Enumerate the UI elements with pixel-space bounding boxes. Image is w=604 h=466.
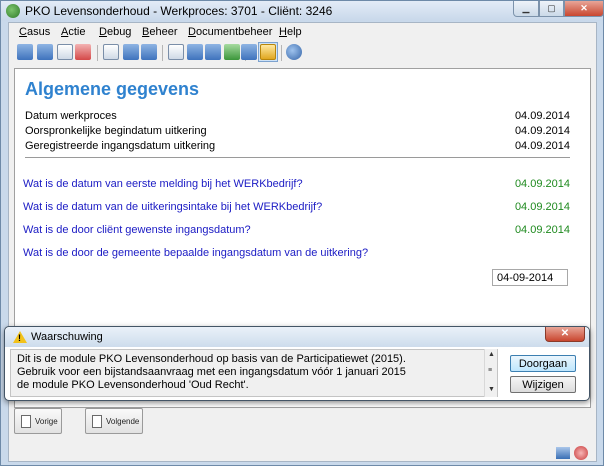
last-record-icon[interactable] bbox=[37, 44, 53, 60]
next-page-icon bbox=[92, 415, 102, 428]
menu-actie[interactable]: Actie bbox=[61, 26, 85, 38]
question-label: Wat is de datum van de uitkeringsintake … bbox=[23, 201, 323, 213]
page-title: Algemene gegevens bbox=[25, 79, 200, 99]
question-label: Wat is de door cliënt gewenste ingangsda… bbox=[23, 224, 251, 236]
info-row-begindatum: Oorspronkelijke begindatum uitkering 04.… bbox=[25, 125, 570, 140]
toolbar bbox=[13, 42, 593, 64]
question-uitkeringsintake: Wat is de datum van de uitkeringsintake … bbox=[23, 201, 570, 217]
toolbar-separator bbox=[162, 45, 163, 61]
title-bar: PKO Levensonderhoud - Werkproces: 3701 -… bbox=[1, 1, 604, 21]
status-edit-icon[interactable] bbox=[556, 447, 570, 459]
list-icon[interactable] bbox=[57, 44, 73, 60]
document-icon[interactable] bbox=[168, 44, 184, 60]
info-row-ingangsdatum: Geregistreerde ingangsdatum uitkering 04… bbox=[25, 140, 570, 155]
warning-dialog: ! Waarschuwing ✕ Dit is de module PKO Le… bbox=[4, 326, 590, 401]
menu-casus[interactable]: Casus bbox=[19, 26, 50, 38]
dialog-message-line: Gebruik voor een bijstandsaanvraag met e… bbox=[17, 366, 406, 378]
list-view-icon[interactable] bbox=[187, 44, 203, 60]
ingangsdatum-input[interactable] bbox=[492, 269, 568, 286]
tree-app-icon bbox=[6, 4, 20, 18]
flow-icon[interactable] bbox=[241, 44, 257, 60]
question-label: Wat is de datum van eerste melding bij h… bbox=[23, 178, 303, 190]
menu-documentbeheer[interactable]: Documentbeheer bbox=[188, 26, 272, 38]
table-icon[interactable] bbox=[205, 44, 221, 60]
dialog-title-bar: ! Waarschuwing ✕ bbox=[5, 327, 589, 347]
previous-button[interactable]: Vorige bbox=[14, 408, 62, 434]
globe-icon[interactable] bbox=[286, 44, 302, 60]
scroll-up-icon[interactable]: ▲ bbox=[488, 351, 495, 358]
status-alert-icon[interactable] bbox=[574, 446, 588, 460]
menu-beheer[interactable]: Beheer bbox=[142, 26, 177, 38]
dialog-title: Waarschuwing bbox=[31, 331, 103, 343]
grid-icon[interactable] bbox=[103, 44, 119, 60]
question-answer: 04.09.2014 bbox=[514, 178, 570, 190]
close-window-button[interactable]: ✕ bbox=[564, 1, 604, 17]
menu-bar: Casus Actie Debug Beheer Documentbeheer … bbox=[9, 23, 596, 41]
application-window: PKO Levensonderhoud - Werkproces: 3701 -… bbox=[0, 0, 604, 466]
dialog-message: Dit is de module PKO Levensonderhoud op … bbox=[10, 349, 498, 397]
scroll-thumb-icon[interactable]: ≡ bbox=[488, 367, 492, 374]
minimize-button[interactable]: ▁ bbox=[513, 1, 539, 17]
toolbar-separator bbox=[97, 45, 98, 61]
previous-page-icon bbox=[21, 415, 31, 428]
dialog-scrollbar[interactable]: ▲ ≡ ▼ bbox=[484, 349, 497, 397]
question-gewenste-ingangsdatum: Wat is de door cliënt gewenste ingangsda… bbox=[23, 224, 570, 240]
question-bepaalde-ingangsdatum: Wat is de door de gemeente bepaalde inga… bbox=[23, 247, 570, 263]
question-label: Wat is de door de gemeente bepaalde inga… bbox=[23, 247, 369, 259]
sort-icon[interactable] bbox=[123, 44, 139, 60]
info-value: 04.09.2014 bbox=[514, 110, 570, 122]
doorgaan-button[interactable]: Doorgaan bbox=[510, 355, 576, 372]
first-record-icon[interactable] bbox=[17, 44, 33, 60]
divider bbox=[25, 157, 570, 158]
wijzigen-button[interactable]: Wijzigen bbox=[510, 376, 576, 393]
question-eerste-melding: Wat is de datum van eerste melding bij h… bbox=[23, 178, 570, 194]
dialog-close-button[interactable]: ✕ bbox=[545, 327, 585, 342]
edit-icon[interactable] bbox=[75, 44, 91, 60]
notes-icon[interactable] bbox=[260, 44, 276, 60]
menu-help[interactable]: Help bbox=[279, 26, 302, 38]
maximize-button[interactable]: ▢ bbox=[539, 1, 564, 17]
window-title: PKO Levensonderhoud - Werkproces: 3701 -… bbox=[25, 4, 333, 18]
sort-desc-icon[interactable] bbox=[141, 44, 157, 60]
scroll-down-icon[interactable]: ▼ bbox=[488, 386, 495, 393]
question-answer: 04.09.2014 bbox=[514, 224, 570, 236]
info-value: 04.09.2014 bbox=[514, 140, 570, 152]
question-answer: 04.09.2014 bbox=[514, 201, 570, 213]
info-row-datum-werkproces: Datum werkproces 04.09.2014 bbox=[25, 110, 570, 125]
info-value: 04.09.2014 bbox=[514, 125, 570, 137]
toolbar-separator bbox=[281, 45, 282, 61]
info-label: Datum werkproces bbox=[25, 110, 117, 122]
dialog-message-line: de module PKO Levensonderhoud 'Oud Recht… bbox=[17, 379, 249, 391]
warning-exclamation-icon: ! bbox=[18, 333, 21, 343]
menu-debug[interactable]: Debug bbox=[99, 26, 131, 38]
next-button[interactable]: Volgende bbox=[85, 408, 143, 434]
refresh-icon[interactable] bbox=[224, 44, 240, 60]
info-label: Geregistreerde ingangsdatum uitkering bbox=[25, 140, 216, 152]
info-label: Oorspronkelijke begindatum uitkering bbox=[25, 125, 207, 137]
previous-label: Vorige bbox=[35, 417, 58, 426]
next-label: Volgende bbox=[106, 417, 140, 426]
dialog-message-line: Dit is de module PKO Levensonderhoud op … bbox=[17, 353, 406, 365]
